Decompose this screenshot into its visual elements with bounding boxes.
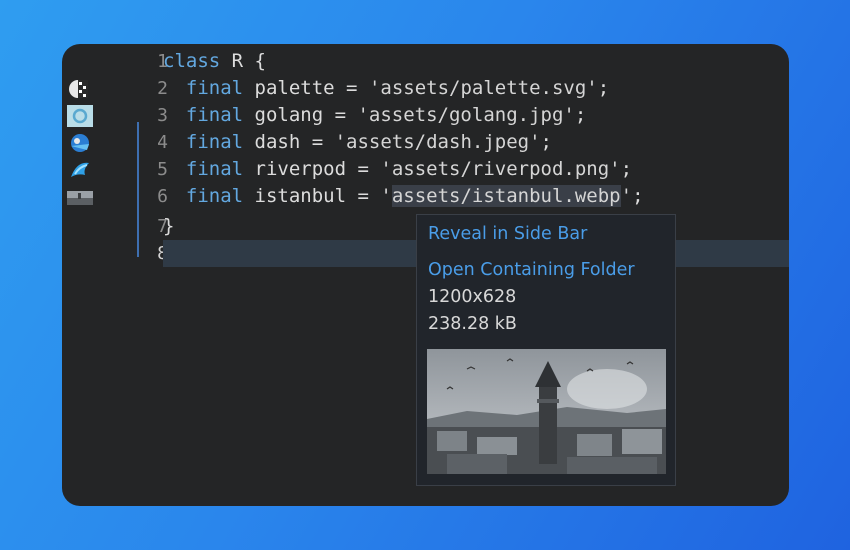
code-editor: 1 2 3 4 5 6 7 8 class R { final palette … [62,44,789,506]
line-number: 6 [157,186,168,207]
identifier: riverpod = [243,158,381,180]
line-number: 1 [157,51,168,72]
hovered-asset-path[interactable]: assets/istanbul.webp [391,185,621,207]
line-number: 2 [157,78,168,99]
reveal-in-side-bar-link[interactable]: Reveal in Side Bar [428,224,587,244]
semicolon: ; [540,131,552,153]
code-text: R { [220,50,266,72]
string-literal: 'assets/riverpod.png' [380,158,621,180]
string-literal: 'assets/palette.svg' [368,77,598,99]
riverpod-icon[interactable] [67,159,93,181]
code-line[interactable]: final palette = 'assets/palette.svg'; [163,75,789,102]
code-line[interactable]: final dash = 'assets/dash.jpeg'; [163,129,789,156]
string-quote: ' [380,185,392,207]
code-line[interactable]: final riverpod = 'assets/riverpod.png'; [163,156,789,183]
code-line[interactable]: final istanbul = 'assets/istanbul.webp'; [163,183,789,210]
line-number-active: 8 [98,240,168,267]
line-number: 3 [157,105,168,126]
keyword: final [185,104,244,126]
identifier: istanbul = [243,185,381,207]
identifier: dash = [243,131,335,153]
line-number: 7 [157,216,168,237]
open-containing-folder-link[interactable]: Open Containing Folder [428,260,635,280]
semicolon: ; [574,104,587,126]
image-file-size: 238.28 kB [428,314,517,334]
palette-icon[interactable] [67,78,93,100]
keyword: final [185,77,244,99]
semicolon: ; [597,77,610,99]
istanbul-thumbnail-icon[interactable] [67,190,93,205]
line-number: 4 [157,132,168,153]
image-hover-popup: Reveal in Side Bar Open Containing Folde… [416,214,676,486]
keyword: final [185,158,244,180]
semicolon: ; [632,185,644,207]
keyword: final [185,185,244,207]
code-line[interactable]: class R { [163,48,789,75]
code-line[interactable]: final golang = 'assets/golang.jpg'; [163,102,789,129]
golang-icon[interactable] [67,105,93,127]
keyword: class [163,50,221,72]
istanbul-preview-image [427,349,666,474]
gutter-icons [62,44,98,506]
dash-icon[interactable] [67,132,93,154]
identifier: golang = [243,104,358,126]
string-quote: ' [620,185,633,207]
semicolon: ; [620,158,633,180]
code-text: } [163,215,175,237]
line-number: 5 [157,159,168,180]
keyword: final [185,131,244,153]
string-literal: 'assets/dash.jpeg' [334,131,541,153]
identifier: palette = [243,77,369,99]
indent-guide [137,122,139,257]
string-literal: 'assets/golang.jpg' [357,104,575,126]
image-dimensions: 1200x628 [428,287,517,307]
